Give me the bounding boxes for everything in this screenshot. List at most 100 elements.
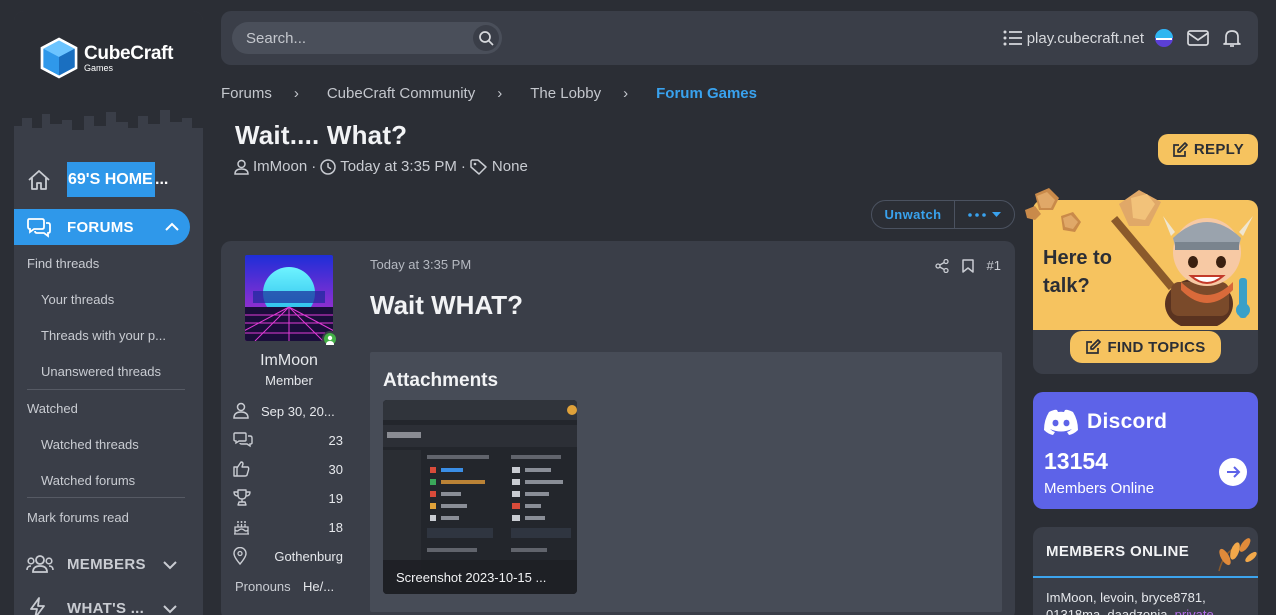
- unwatch-button[interactable]: Unwatch: [872, 201, 955, 228]
- sidebar-item-home[interactable]: 69'S HOME ...: [14, 161, 203, 199]
- breadcrumb-separator: ›: [293, 85, 299, 102]
- post-author-name[interactable]: ImMoon: [221, 352, 357, 370]
- pronouns-label: Pronouns: [235, 579, 291, 594]
- stat-location: Gothenburg: [233, 547, 343, 567]
- sidebar-item-watched-threads[interactable]: Watched threads: [14, 437, 203, 452]
- attachments-block: Attachments Screenshot 2023-10-15 ...: [370, 352, 1002, 612]
- online-status-indicator: [322, 331, 338, 347]
- stat-points-value: 19: [328, 491, 343, 506]
- edit-icon: [1086, 339, 1102, 354]
- divider: [27, 497, 185, 498]
- stat-joined: Sep 30, 20...: [233, 402, 343, 422]
- stat-messages: 23: [233, 431, 343, 451]
- discord-member-count: 13154: [1044, 448, 1108, 474]
- brand-name: CubeCraft: [84, 42, 174, 64]
- members-online-names-2[interactable]: 01318ma, daadzonia,: [1046, 607, 1171, 615]
- sidebar-item-watched[interactable]: Watched: [14, 401, 203, 416]
- pronouns-value: He/...: [303, 579, 335, 594]
- members-online-list: ImMoon, levoin, bryce8781, 01318ma, daad…: [1046, 589, 1246, 615]
- members-online-private[interactable]: private: [1175, 607, 1214, 615]
- divider: [27, 389, 185, 390]
- search-icon: [479, 31, 494, 46]
- more-dots-icon: [968, 212, 986, 217]
- search-input[interactable]: Search...: [232, 22, 502, 54]
- sidebar-item-find-threads[interactable]: Find threads: [14, 256, 203, 271]
- avatar[interactable]: [245, 255, 333, 341]
- attachment-thumbnail[interactable]: Screenshot 2023-10-15 ...: [383, 400, 577, 594]
- arrow-right-icon: [1227, 466, 1241, 478]
- reply-button[interactable]: REPLY: [1158, 134, 1258, 165]
- post: ImMoon Member Sep 30, 20... 23 30 19 18: [221, 241, 1015, 615]
- trophy-icon: [233, 489, 251, 506]
- sidebar-item-forums[interactable]: FORUMS: [14, 209, 190, 245]
- sidebar-home-ellipsis: ...: [155, 171, 169, 188]
- autumn-leaves-icon: [1218, 538, 1257, 572]
- cube-logo-icon: [40, 37, 78, 79]
- stat-joined-value: Sep 30, 20...: [261, 404, 335, 419]
- sidebar-item-unanswered[interactable]: Unanswered threads: [14, 364, 203, 379]
- sidebar-item-your-threads[interactable]: Your threads: [14, 292, 203, 307]
- post-date[interactable]: Today at 3:35 PM: [370, 257, 471, 272]
- discord-join-button[interactable]: [1219, 458, 1247, 486]
- chevron-down-icon[interactable]: [162, 601, 178, 615]
- birthday-cake-icon: [234, 521, 249, 535]
- search-button[interactable]: [473, 25, 499, 51]
- watch-button-group: Unwatch: [871, 200, 1015, 229]
- stat-reactions: 30: [233, 460, 343, 480]
- stat-age-value: 18: [328, 520, 343, 535]
- chevron-down-icon[interactable]: [162, 557, 178, 573]
- members-online-widget: MEMBERS ONLINE ImMoon, levoin, bryce8781…: [1033, 527, 1258, 615]
- breadcrumb-forums[interactable]: Forums: [221, 85, 272, 102]
- castle-skyline: [14, 110, 203, 151]
- synthwave-avatar-image: [245, 255, 333, 341]
- lightning-icon: [30, 597, 45, 615]
- breadcrumb-separator: ›: [623, 85, 629, 102]
- cubecraft-logo[interactable]: CubeCraft Games: [40, 37, 173, 79]
- brand-sub: Games: [84, 62, 114, 73]
- discord-members-label: Members Online: [1044, 480, 1155, 497]
- stat-location-value[interactable]: Gothenburg: [274, 549, 343, 564]
- stat-messages-value: 23: [328, 433, 343, 448]
- server-address[interactable]: play.cubecraft.net: [1027, 30, 1144, 47]
- thumbs-up-icon: [233, 461, 250, 477]
- sidebar-item-whats-new[interactable]: WHAT'S ...: [14, 593, 203, 615]
- reply-label: REPLY: [1193, 141, 1245, 158]
- post-number[interactable]: #1: [987, 258, 1001, 273]
- search-placeholder: Search...: [246, 30, 307, 47]
- thread-date[interactable]: Today at 3:35 PM: [340, 158, 457, 175]
- bell-icon[interactable]: [1222, 28, 1242, 48]
- discord-widget[interactable]: Discord 13154 Members Online: [1033, 392, 1258, 509]
- sidebar: CubeCraft Games 69'S HOME ... FORUMS Fin…: [14, 11, 203, 615]
- thread-tags: None: [491, 158, 528, 175]
- stat-points: 19: [233, 489, 343, 509]
- promo-question: Here to talk?: [1043, 247, 1112, 297]
- share-icon[interactable]: [934, 258, 949, 273]
- sidebar-item-mark-read[interactable]: Mark forums read: [14, 510, 203, 525]
- caret-down-icon: [992, 211, 1001, 217]
- find-topics-button[interactable]: FIND TOPICS: [1070, 331, 1221, 363]
- stat-age: 18: [233, 518, 343, 538]
- attachment-caption: Screenshot 2023-10-15 ...: [383, 560, 577, 594]
- map-pin-icon: [233, 547, 247, 565]
- attachments-heading: Attachments: [383, 370, 499, 391]
- mail-icon[interactable]: [1187, 29, 1209, 47]
- sidebar-item-watched-forums[interactable]: Watched forums: [14, 473, 203, 488]
- sidebar-forums-label: FORUMS: [67, 218, 134, 236]
- list-icon: [1003, 30, 1022, 46]
- breadcrumb-lobby[interactable]: The Lobby: [530, 85, 601, 102]
- sidebar-item-members[interactable]: MEMBERS: [14, 549, 203, 579]
- members-online-names[interactable]: ImMoon, levoin, bryce8781,: [1046, 590, 1206, 605]
- breadcrumb-community[interactable]: CubeCraft Community: [327, 85, 475, 102]
- user-icon: [234, 159, 249, 175]
- bookmark-icon[interactable]: [961, 258, 974, 273]
- sidebar-item-threads-with-posts[interactable]: Threads with your p...: [14, 328, 203, 343]
- post-author-role: Member: [265, 373, 313, 388]
- messages-icon: [233, 432, 253, 448]
- chevron-up-icon[interactable]: [164, 219, 180, 235]
- logo-area: CubeCraft Games: [14, 11, 203, 151]
- promo-card: Here to talk? FIND TOPICS: [1025, 188, 1258, 374]
- breadcrumb: Forums › CubeCraft Community › The Lobby…: [221, 85, 757, 102]
- thread-options-button[interactable]: [955, 201, 1014, 228]
- breadcrumb-forum-games[interactable]: Forum Games: [656, 85, 757, 102]
- thread-author[interactable]: ImMoon: [253, 158, 307, 175]
